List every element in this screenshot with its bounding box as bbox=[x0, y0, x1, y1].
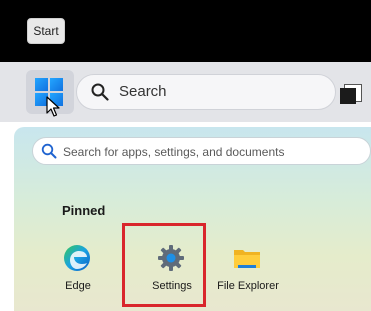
taskbar: Search bbox=[0, 62, 371, 122]
folder-icon bbox=[234, 250, 260, 268]
settings-highlight-box bbox=[122, 223, 206, 307]
pinned-app-edge[interactable]: Edge bbox=[38, 243, 118, 303]
start-menu-search-input[interactable]: Search for apps, settings, and documents bbox=[32, 137, 371, 165]
taskbar-search-box[interactable]: Search bbox=[76, 74, 336, 110]
start-menu-search-placeholder: Search for apps, settings, and documents bbox=[63, 145, 285, 159]
start-menu: Search for apps, settings, and documents… bbox=[14, 127, 371, 311]
top-strip: Start bbox=[0, 0, 371, 62]
pinned-app-label: File Explorer bbox=[217, 280, 279, 292]
edge-icon bbox=[64, 245, 90, 271]
search-icon bbox=[91, 83, 109, 101]
task-view-icon[interactable] bbox=[340, 84, 362, 106]
mouse-cursor-icon bbox=[46, 96, 60, 117]
pinned-app-label: Edge bbox=[65, 280, 91, 292]
pinned-app-file-explorer[interactable]: File Explorer bbox=[208, 243, 288, 303]
search-icon bbox=[41, 143, 57, 159]
start-tooltip: Start bbox=[27, 18, 65, 44]
start-button[interactable] bbox=[26, 70, 74, 117]
taskbar-search-label: Search bbox=[119, 83, 167, 100]
pinned-heading: Pinned bbox=[62, 203, 106, 218]
